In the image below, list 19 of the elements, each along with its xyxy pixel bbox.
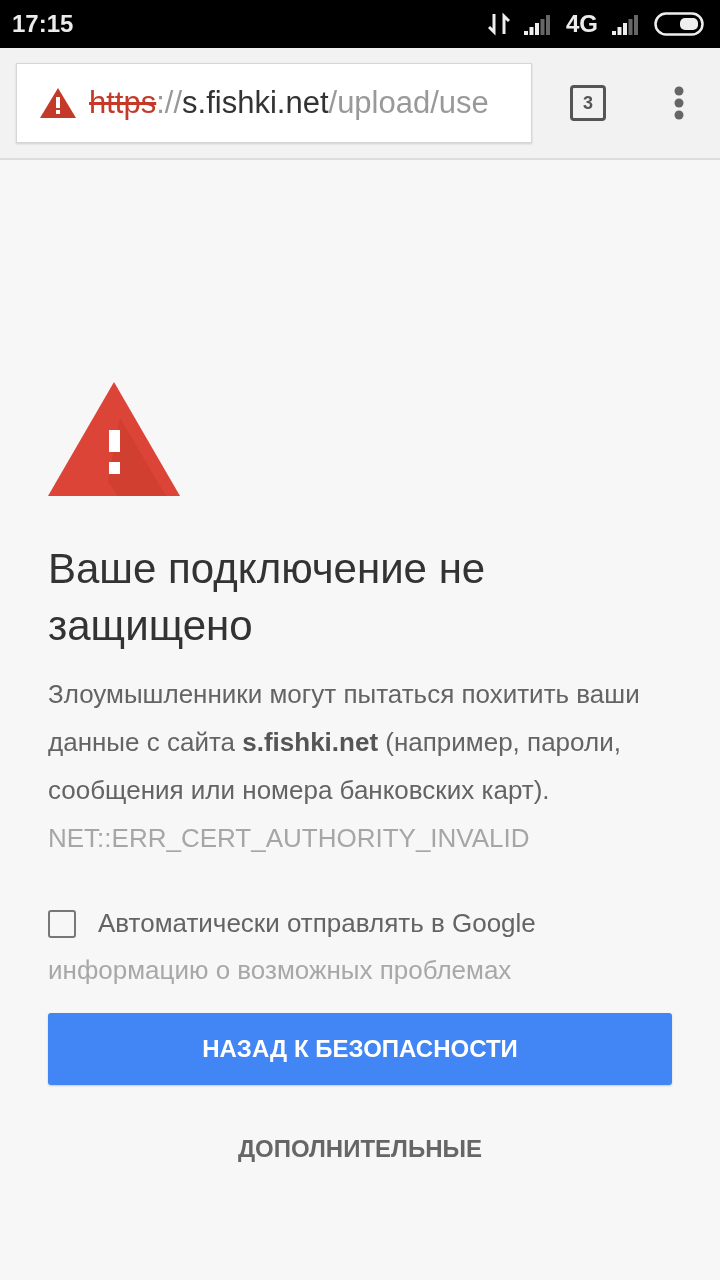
warning-icon <box>48 382 180 496</box>
network-type: 4G <box>566 10 598 38</box>
address-bar[interactable]: https://s.fishki.net/upload/use <box>16 63 532 143</box>
status-time: 17:15 <box>12 10 74 38</box>
data-transfer-icon <box>488 12 510 36</box>
url-text: https://s.fishki.net/upload/use <box>89 85 489 121</box>
signal-icon <box>524 13 552 35</box>
advanced-button[interactable]: ДОПОЛНИТЕЛЬНЫЕ <box>227 1125 493 1173</box>
checkbox-label: Автоматически отправлять в Google <box>98 908 536 939</box>
signal-icon <box>612 13 640 35</box>
back-to-safety-button[interactable]: НАЗАД К БЕЗОПАСНОСТИ <box>48 1013 672 1085</box>
report-checkbox[interactable] <box>48 909 76 938</box>
battery-icon <box>654 12 704 36</box>
warning-heading: Ваше подключение не защищено <box>48 544 487 651</box>
error-code: NET::ERR_CERT_AUTHORITY_INVALID <box>48 823 530 853</box>
checkbox-label-continuation: информацию о возможных проблемах <box>48 955 513 985</box>
menu-icon[interactable] <box>674 86 684 120</box>
tab-switcher-button[interactable]: 3 <box>570 85 606 121</box>
warning-text: Злоумышленники могут пытаться похитить ваши данные с сайта s.fishki.net (например, пароли, сообщения или номера банковских карт). <box>48 679 640 805</box>
